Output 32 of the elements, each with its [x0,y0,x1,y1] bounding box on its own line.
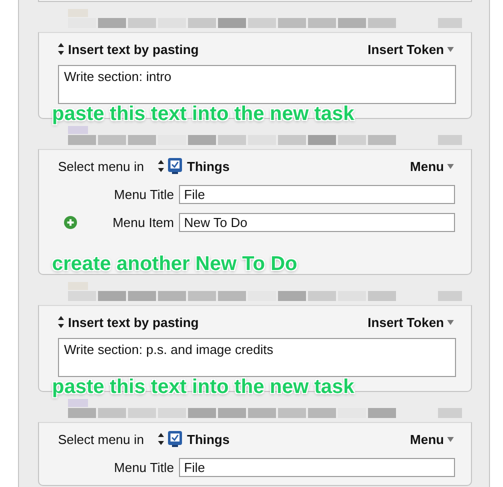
insert-token-menu[interactable]: Insert Token [368,42,454,56]
annotation-text: paste this text into the new task [52,104,354,125]
field-label: Menu Item [112,215,174,230]
insert-token-menu[interactable]: Insert Token [368,314,454,330]
input-field[interactable]: File [179,185,455,204]
app-name[interactable]: Things [187,158,230,174]
text-field[interactable]: Write section: p.s. and image credits [58,338,456,377]
field-label: Menu Title [113,187,174,202]
menu-dropdown[interactable]: Menu [410,432,454,446]
up-down-arrows-icon[interactable] [58,43,64,55]
checkbox-app-icon [168,158,182,174]
app-name[interactable]: Things [187,432,230,446]
up-down-arrows-icon[interactable] [158,160,164,172]
input-field[interactable]: File [179,458,455,477]
annotation-text: create another New To Do [52,254,298,275]
text-field[interactable]: Write section: intro [58,65,456,104]
menu-dropdown[interactable]: Menu [410,158,454,174]
select-menu-label: Select menu in [58,158,144,174]
add-icon[interactable] [64,216,77,229]
dropdown-arrow-icon[interactable] [447,164,454,168]
checkbox-app-icon [168,431,182,447]
field-label: Menu Title [113,460,174,475]
select-menu-label: Select menu in [58,432,144,446]
action-type-label[interactable]: Insert text by pasting [68,314,199,330]
dropdown-arrow-icon[interactable] [447,436,454,442]
dropdown-arrow-icon[interactable] [447,320,454,324]
action-type-label[interactable]: Insert text by pasting [68,42,199,56]
annotation-text: paste this text into the new task [52,377,354,398]
input-field[interactable]: New To Do [179,213,455,232]
up-down-arrows-icon[interactable] [158,433,164,445]
dropdown-arrow-icon[interactable] [447,46,454,52]
up-down-arrows-icon[interactable] [58,316,64,328]
